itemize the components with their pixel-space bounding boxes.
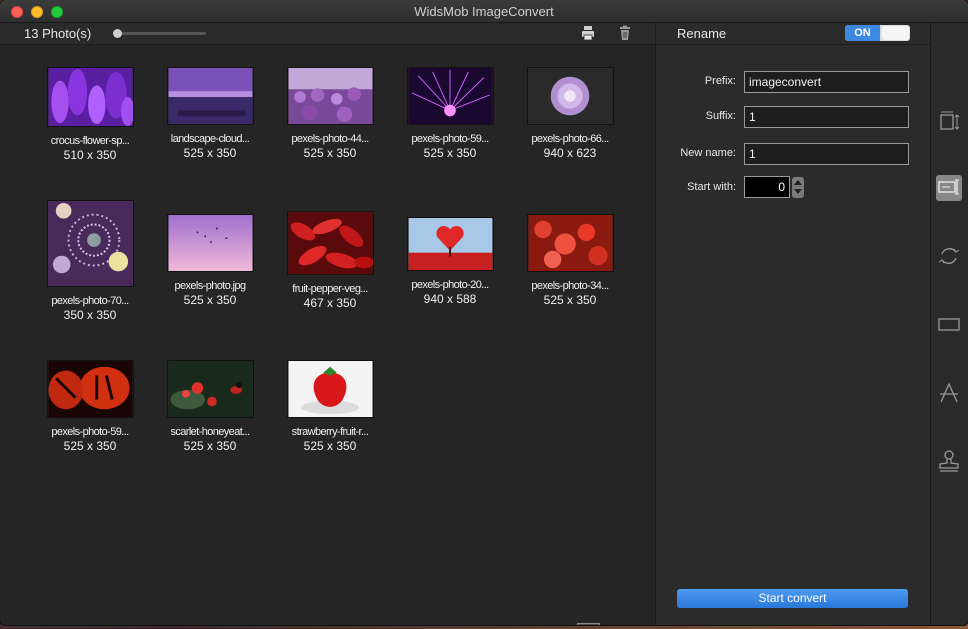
photo-tile[interactable]: landscape-cloud... 525 x 350 (155, 67, 265, 160)
zoom-slider-knob[interactable] (113, 29, 122, 38)
photo-thumbnail (166, 360, 254, 418)
photo-thumbnail (166, 214, 254, 272)
photo-tile[interactable]: pexels-photo-59... 525 x 350 (395, 67, 505, 160)
tool-sidebar (930, 23, 968, 625)
toggle-on-label: ON (845, 25, 880, 41)
photo-tile[interactable]: pexels-photo-20... 940 x 588 (395, 217, 505, 306)
photo-dimensions: 467 x 350 (303, 296, 357, 310)
photo-thumbnail (526, 67, 614, 125)
window-title: WidsMob ImageConvert (414, 4, 554, 19)
prefix-label: Prefix: (704, 75, 736, 87)
photo-tile[interactable]: pexels-photo-59... 525 x 350 (35, 360, 145, 453)
photo-name: pexels-photo-34... (531, 280, 609, 292)
zoom-slider[interactable] (113, 29, 206, 38)
photo-tile[interactable]: pexels-photo-34... 525 x 350 (515, 214, 625, 307)
photo-thumbnail (166, 67, 254, 125)
photo-name: landscape-cloud... (170, 133, 250, 145)
photo-grid: crocus-flower-sp... 510 x 350 landscape-… (4, 45, 654, 625)
photo-dimensions: 525 x 350 (423, 146, 477, 160)
photo-name: strawberry-fruit-r... (291, 426, 369, 438)
photo-name: pexels-photo-44... (291, 133, 369, 145)
stepper-up-icon[interactable] (794, 180, 802, 185)
photo-name: pexels-photo-20... (411, 279, 489, 291)
titlebar: WidsMob ImageConvert (0, 0, 968, 23)
rename-icon[interactable] (936, 175, 962, 201)
start-with-field[interactable]: 0 (744, 176, 790, 198)
new-name-field[interactable]: 1 (744, 143, 909, 165)
new-name-label: New name: (680, 147, 736, 159)
photo-tile[interactable]: crocus-flower-sp... 510 x 350 (35, 67, 145, 162)
photo-dimensions: 525 x 350 (543, 293, 597, 307)
photo-thumbnail (46, 200, 134, 287)
photo-dimensions: 525 x 350 (303, 146, 357, 160)
panel-header: Rename ON (656, 23, 930, 45)
suffix-label: Suffix: (705, 110, 736, 122)
photo-dimensions: 525 x 350 (183, 293, 237, 307)
app-window: WidsMob ImageConvert 13 Photo(s) crocus-… (0, 0, 968, 625)
stamp-icon[interactable] (936, 448, 962, 474)
photo-thumbnail (406, 217, 494, 271)
photo-dimensions: 940 x 623 (543, 146, 597, 160)
photo-dimensions: 525 x 350 (183, 146, 237, 160)
toggle-knob (882, 26, 909, 40)
photo-tile[interactable]: strawberry-fruit-r... 525 x 350 (275, 360, 385, 453)
photo-dimensions: 940 x 588 (423, 292, 477, 306)
photo-name: scarlet-honeyeat... (170, 426, 250, 438)
printer-icon[interactable] (580, 25, 596, 41)
crop-icon[interactable] (936, 311, 962, 337)
photo-thumbnail (46, 67, 134, 127)
photo-thumbnail (286, 67, 374, 125)
text-watermark-icon[interactable] (936, 380, 962, 406)
photo-name: pexels-photo-59... (411, 133, 489, 145)
rename-panel: Rename ON Prefix: imageconvert Suffix: 1… (656, 23, 930, 625)
photo-name: pexels-photo-66... (531, 133, 609, 145)
photo-dimensions: 525 x 350 (63, 439, 117, 453)
photo-thumbnail (406, 67, 494, 125)
photo-dimensions: 525 x 350 (183, 439, 237, 453)
photo-name: pexels-photo-59... (51, 426, 129, 438)
photo-tile[interactable]: pexels-photo.jpg 525 x 350 (155, 214, 265, 307)
rotate-icon[interactable] (936, 243, 962, 269)
start-with-stepper[interactable] (792, 177, 804, 198)
resize-icon[interactable] (936, 108, 962, 134)
rename-toggle[interactable]: ON (845, 25, 910, 41)
photo-tile[interactable]: pexels-photo-44... 525 x 350 (275, 67, 385, 160)
photo-tile[interactable]: pexels-photo-70... 350 x 350 (35, 200, 145, 322)
stepper-down-icon[interactable] (794, 189, 802, 194)
photo-tile[interactable]: scarlet-honeyeat... 525 x 350 (155, 360, 265, 453)
photo-thumbnail (526, 214, 614, 272)
photo-thumbnail (286, 360, 374, 418)
photo-name: pexels-photo.jpg (174, 280, 246, 292)
photo-thumbnail (46, 360, 134, 418)
photo-name: fruit-pepper-veg... (292, 283, 368, 295)
panel-title: Rename (677, 26, 727, 41)
photo-toolbar: 13 Photo(s) (0, 23, 656, 45)
photo-thumbnail (286, 211, 374, 275)
suffix-field[interactable]: 1 (744, 106, 909, 128)
start-with-label: Start with: (687, 181, 736, 193)
photo-count: 13 Photo(s) (24, 26, 92, 41)
prefix-field[interactable]: imageconvert (744, 71, 909, 93)
photo-tile[interactable]: pexels-photo-66... 940 x 623 (515, 67, 625, 160)
trash-icon[interactable] (617, 25, 633, 41)
photo-tile[interactable]: fruit-pepper-veg... 467 x 350 (275, 211, 385, 310)
photo-name: pexels-photo-70... (51, 295, 129, 307)
thumbnail-size-toggle[interactable] (577, 623, 600, 625)
photo-dimensions: 510 x 350 (63, 148, 117, 162)
start-convert-button[interactable]: Start convert (677, 589, 908, 608)
photo-name: crocus-flower-sp... (50, 135, 130, 147)
photo-dimensions: 525 x 350 (303, 439, 357, 453)
photo-dimensions: 350 x 350 (63, 308, 117, 322)
